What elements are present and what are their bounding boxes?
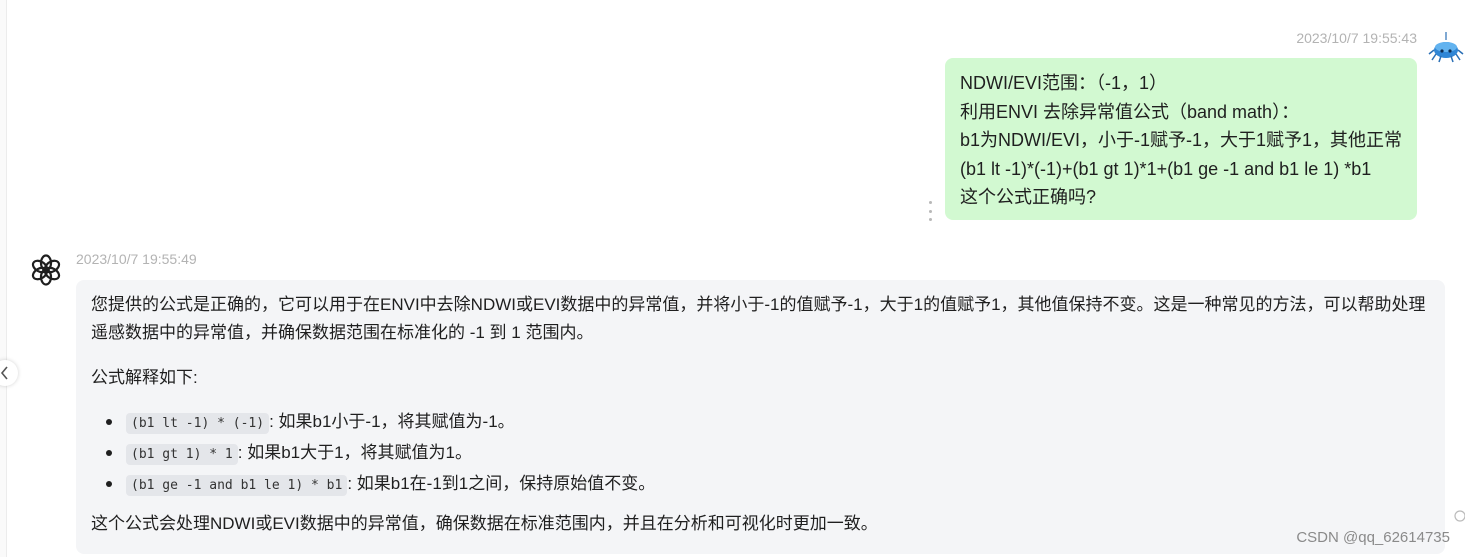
chevron-left-icon bbox=[0, 366, 8, 380]
bullet-icon bbox=[106, 450, 112, 456]
user-message-line: (b1 lt -1)*(-1)+(b1 gt 1)*1+(b1 ge -1 an… bbox=[960, 158, 1372, 179]
assistant-message-bubble: 您提供的公式是正确的，它可以用于在ENVI中去除NDWI或EVI数据中的异常值，… bbox=[76, 280, 1445, 554]
inline-code: (b1 gt 1) * 1 bbox=[126, 444, 238, 465]
list-item-text: : 如果b1在-1到1之间，保持原始值不变。 bbox=[347, 474, 656, 493]
collapse-sidebar-button[interactable] bbox=[0, 360, 18, 386]
user-message-line: NDWI/EVI范围：（-1，1） bbox=[960, 73, 1168, 93]
vertical-ellipsis-icon bbox=[928, 201, 932, 204]
message-more-button[interactable] bbox=[924, 201, 936, 221]
openai-logo-icon bbox=[31, 254, 61, 286]
bullet-icon bbox=[106, 481, 112, 487]
assistant-message-timestamp: 2023/10/7 19:55:49 bbox=[76, 251, 197, 267]
user-message-line: 这个公式正确吗? bbox=[960, 187, 1097, 208]
watermark: CSDN @qq_62614735 bbox=[1296, 529, 1450, 546]
list-item-text: : 如果b1大于1，将其赋值为1。 bbox=[237, 443, 473, 462]
assistant-paragraph: 公式解释如下: bbox=[91, 368, 198, 387]
list-item-text: : 如果b1小于-1，将其赋值为-1。 bbox=[269, 412, 515, 431]
bullet-icon bbox=[106, 419, 112, 425]
list-item: (b1 lt -1) * (-1): 如果b1小于-1，将其赋值为-1。 bbox=[91, 406, 1430, 437]
corner-circle-icon[interactable] bbox=[1451, 509, 1465, 523]
inline-code: (b1 lt -1) * (-1) bbox=[126, 413, 270, 434]
user-message-line: 利用ENVI 去除异常值公式（band math）： bbox=[960, 101, 1300, 122]
assistant-paragraph: 您提供的公式是正确的，它可以用于在ENVI中去除NDWI或EVI数据中的异常值，… bbox=[91, 295, 1426, 342]
user-avatar[interactable] bbox=[1428, 30, 1464, 66]
left-rail bbox=[0, 0, 7, 557]
assistant-avatar bbox=[28, 252, 64, 288]
inline-code: (b1 ge -1 and b1 le 1) * b1 bbox=[126, 475, 348, 496]
formula-explanation-list: (b1 lt -1) * (-1): 如果b1小于-1，将其赋值为-1。 (b1… bbox=[91, 406, 1430, 499]
user-message-timestamp: 2023/10/7 19:55:43 bbox=[1296, 30, 1417, 46]
blue-spider-avatar-icon bbox=[1428, 32, 1464, 63]
user-message-line: b1为NDWI/EVI，小于-1赋予-1，大于1赋予1，其他正常 bbox=[960, 130, 1403, 151]
list-item: (b1 ge -1 and b1 le 1) * b1: 如果b1在-1到1之间… bbox=[91, 468, 1430, 499]
user-message-bubble: NDWI/EVI范围：（-1，1） 利用ENVI 去除异常值公式（band ma… bbox=[945, 58, 1417, 220]
list-item: (b1 gt 1) * 1: 如果b1大于1，将其赋值为1。 bbox=[91, 437, 1430, 468]
assistant-paragraph: 这个公式会处理NDWI或EVI数据中的异常值，确保数据在标准范围内，并且在分析和… bbox=[91, 514, 878, 533]
